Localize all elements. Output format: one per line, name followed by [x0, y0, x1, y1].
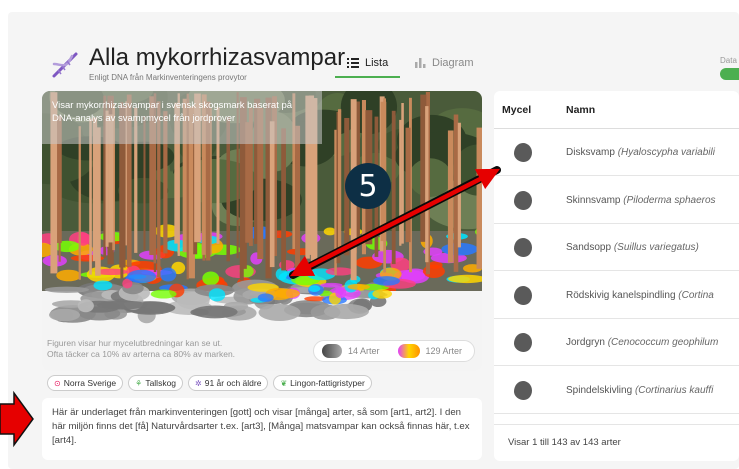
left-arrow-icon — [0, 390, 34, 448]
page: Alla mykorrhizasvampar Enligt DNA från M… — [0, 0, 739, 469]
double-arrow-fill — [289, 168, 501, 277]
annotation-overlay — [0, 166, 501, 448]
step-badge: 5 — [345, 163, 391, 209]
